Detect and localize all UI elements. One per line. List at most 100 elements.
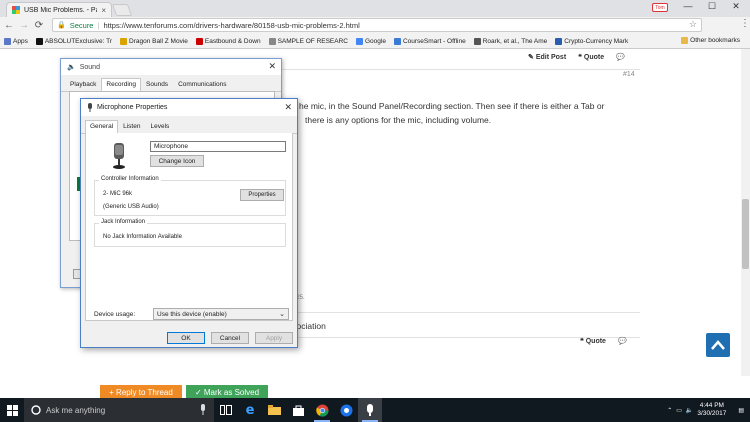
chrome-taskbar-icon[interactable] — [310, 398, 334, 422]
bookmark-favicon-icon — [120, 37, 128, 45]
sound-dialog-titlebar[interactable]: 🔈 Sound — [61, 59, 281, 75]
address-bar[interactable]: 🔒 Secure | https://www.tenforums.com/dri… — [52, 18, 702, 32]
browser-tab[interactable]: USB Mic Problems. - Pag × — [6, 2, 112, 17]
secure-label: Secure — [69, 20, 94, 30]
tab-general[interactable]: General — [85, 120, 119, 134]
bookmark-favicon-icon — [4, 37, 11, 45]
post-text-line-2: there is any options for the mic, includ… — [305, 115, 492, 125]
sound-app-taskbar-icon[interactable] — [358, 398, 382, 422]
mic-close-icon[interactable]: ✕ — [284, 102, 292, 113]
multi-quote-icon-2[interactable]: 💬 — [618, 337, 627, 345]
cortana-search-box[interactable]: Ask me anything — [24, 398, 214, 422]
page-scrollbar[interactable] — [741, 49, 750, 376]
tenforums-favicon-icon — [12, 6, 20, 14]
tab-playback[interactable]: Playback — [65, 78, 101, 91]
change-icon-button[interactable]: Change Icon — [150, 155, 204, 167]
start-button[interactable] — [0, 398, 24, 422]
cancel-button[interactable]: Cancel — [211, 332, 249, 344]
tab-listen[interactable]: Listen — [118, 120, 145, 133]
bookmark-item[interactable]: CourseSmart - Offline — [393, 37, 466, 45]
bookmark-label: ABSOLUTExclusive: Tr — [44, 37, 113, 45]
ok-button[interactable]: OK — [167, 332, 205, 344]
clock-date: 3/30/2017 — [697, 410, 727, 417]
forward-arrow-icon[interactable]: → — [19, 20, 29, 31]
tab-title: USB Mic Problems. - Pag — [24, 6, 98, 14]
sound-close-icon[interactable]: ✕ — [268, 61, 276, 72]
other-bookmarks[interactable]: Other bookmarks — [681, 37, 740, 44]
bookmark-item[interactable]: Crypto-Currency Mark — [555, 37, 629, 45]
sound-tabs: Playback Recording Sounds Communications — [61, 78, 281, 92]
quote-button-2[interactable]: ❝ Quote — [580, 337, 606, 345]
new-tab-button[interactable] — [111, 4, 133, 16]
microphone-icon — [113, 143, 125, 169]
chrome-menu-icon[interactable]: ⋮ — [740, 18, 750, 29]
controller-info-group: Controller Information 2- MiC 96k (Gener… — [94, 176, 286, 216]
system-tray: ⌃ ▭ 🔈 4:44 PM 3/30/2017 ▤ — [667, 398, 750, 422]
chevron-up-icon — [711, 340, 725, 350]
lock-icon: 🔒 — [57, 22, 66, 29]
minimize-button[interactable]: — — [678, 1, 698, 11]
bookmark-item[interactable]: Dragon Ball Z Movie — [120, 37, 188, 45]
device-usage-value: Use this device (enable) — [157, 310, 227, 318]
close-window-button[interactable]: ✕ — [726, 1, 746, 12]
back-arrow-icon[interactable]: ← — [4, 20, 14, 31]
device-usage-label: Device usage: — [94, 311, 136, 318]
multi-quote-icon[interactable]: 💬 — [616, 53, 625, 61]
file-explorer-icon[interactable] — [262, 398, 286, 422]
bookmarks-bar: Apps ABSOLUTExclusive: Tr Dragon Ball Z Mo… — [0, 34, 750, 49]
bookmark-favicon-icon — [393, 37, 401, 45]
post-number[interactable]: #14 — [623, 71, 635, 78]
reload-icon[interactable]: ⟳ — [34, 20, 44, 31]
network-icon[interactable]: ▭ — [676, 407, 682, 414]
bookmark-item[interactable]: Roark, et al., The Ame — [473, 37, 548, 45]
edit-post-button[interactable]: ✎ Edit Post — [528, 53, 566, 61]
microphone-properties-dialog: Microphone Properties ✕ General Listen L… — [80, 98, 298, 348]
taskbar-clock[interactable]: 4:44 PM 3/30/2017 — [697, 402, 726, 418]
mic-dialog-title: Microphone Properties — [97, 104, 168, 111]
scrollbar-thumb[interactable] — [742, 199, 749, 269]
device-name-input[interactable]: Microphone — [150, 141, 286, 152]
jack-group-label: Jack Information — [99, 219, 148, 225]
tab-recording[interactable]: Recording — [101, 78, 142, 92]
cortana-circle-icon — [31, 405, 41, 415]
sound-dialog-title: Sound — [79, 63, 100, 71]
bookmark-item[interactable]: Eastbound & Down — [195, 37, 261, 45]
bookmark-favicon-icon — [195, 37, 203, 45]
post-actions-top: ✎ Edit Post ❝ Quote 💬 — [528, 53, 625, 61]
store-icon[interactable] — [286, 398, 310, 422]
bookmark-item[interactable]: ABSOLUTExclusive: Tr — [35, 37, 113, 45]
bookmark-label: Crypto-Currency Mark — [564, 37, 629, 45]
device-usage-select[interactable]: Use this device (enable) ⌄ — [153, 308, 289, 320]
bookmark-item[interactable]: Apps — [4, 37, 28, 45]
properties-button[interactable]: Properties — [240, 189, 284, 201]
chevron-down-icon: ⌄ — [279, 311, 285, 318]
scroll-to-top-button[interactable] — [706, 333, 730, 357]
bookmark-star-icon[interactable]: ☆ — [689, 19, 697, 30]
bookmark-item[interactable]: Google — [356, 37, 386, 45]
bookmark-label: Roark, et al., The Ame — [482, 37, 548, 45]
tab-close-icon[interactable]: × — [101, 6, 106, 15]
volume-icon[interactable]: 🔈 — [686, 407, 693, 414]
mic-dialog-titlebar[interactable]: Microphone Properties — [81, 99, 297, 116]
bookmark-item[interactable]: SAMPLE OF RESEARC — [268, 37, 348, 45]
microphone-icon-taskbar[interactable] — [200, 404, 206, 415]
other-bookmarks-label: Other bookmarks — [690, 37, 740, 44]
bookmark-label: CourseSmart - Offline — [402, 37, 466, 45]
tab-communications[interactable]: Communications — [173, 78, 231, 91]
controller-group-label: Controller Information — [99, 176, 161, 182]
tab-sounds[interactable]: Sounds — [141, 78, 173, 91]
edge-browser-icon[interactable]: e — [238, 398, 262, 422]
browser-tab-strip: USB Mic Problems. - Pag × Tom — ☐ ✕ — [0, 0, 750, 17]
maximize-button[interactable]: ☐ — [702, 1, 722, 12]
jack-info-group: Jack Information No Jack Information Ava… — [94, 219, 286, 247]
bookmark-favicon-icon — [35, 37, 43, 45]
bookmark-label: SAMPLE OF RESEARC — [277, 37, 348, 45]
apply-button[interactable]: Apply — [255, 332, 293, 344]
settings-app-icon[interactable] — [334, 398, 358, 422]
task-view-icon[interactable] — [214, 398, 238, 422]
chevron-up-tray-icon[interactable]: ⌃ — [667, 407, 672, 414]
tab-levels[interactable]: Levels — [145, 120, 174, 133]
quote-button[interactable]: ❝ Quote — [578, 53, 604, 61]
action-center-icon[interactable]: ▤ — [738, 407, 744, 414]
profile-button[interactable]: Tom — [652, 3, 668, 12]
